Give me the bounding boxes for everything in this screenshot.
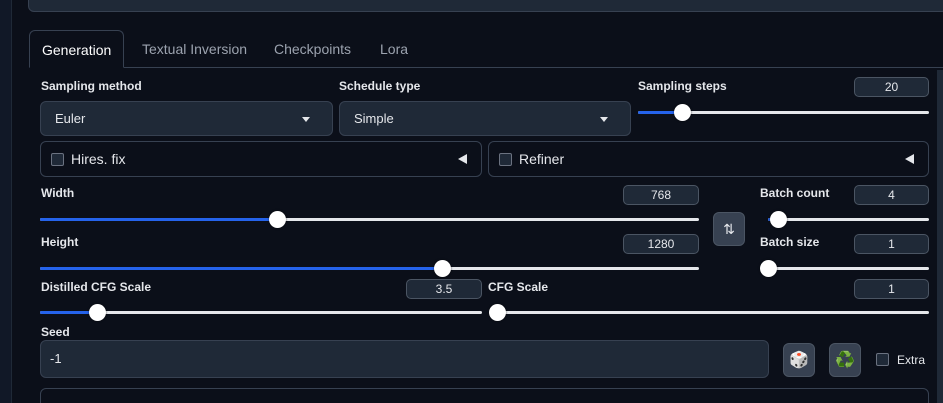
batch-size-label: Batch size [760, 235, 820, 249]
swap-vertical-icon: ⇅ [723, 220, 735, 237]
cfg-scale-label: CFG Scale [488, 280, 549, 294]
tab-checkpoints[interactable]: Checkpoints [262, 30, 363, 68]
batch-count-label: Batch count [760, 186, 830, 200]
swap-dimensions-button[interactable]: ⇅ [713, 212, 745, 246]
slider-thumb[interactable] [89, 304, 106, 321]
hires-fix-label: Hires. fix [71, 151, 126, 167]
slider-thumb[interactable] [674, 104, 691, 121]
bottom-accordion[interactable] [40, 388, 929, 403]
schedule-type-value: Simple [354, 111, 394, 126]
collapse-arrow-icon[interactable] [905, 154, 914, 164]
sampling-method-value: Euler [55, 111, 86, 126]
batch-count-input[interactable]: 4 [854, 185, 929, 205]
schedule-type-dropdown[interactable]: Simple [339, 101, 631, 136]
scrollbar[interactable] [937, 70, 943, 403]
chevron-down-icon [600, 117, 608, 122]
batch-count-slider[interactable] [768, 211, 929, 228]
batch-size-input[interactable]: 1 [854, 234, 929, 254]
schedule-type-label: Schedule type [339, 79, 421, 93]
distilled-cfg-slider[interactable] [40, 304, 482, 321]
height-label: Height [41, 235, 79, 249]
slider-thumb[interactable] [269, 211, 286, 228]
prompt-panel [28, 0, 943, 12]
height-slider[interactable] [40, 260, 699, 277]
seed-label: Seed [41, 325, 70, 339]
chevron-down-icon [302, 117, 310, 122]
tab-textual-inversion[interactable]: Textual Inversion [130, 30, 259, 68]
tab-generation[interactable]: Generation [29, 30, 125, 68]
sampling-method-dropdown[interactable]: Euler [40, 101, 333, 136]
slider-thumb[interactable] [770, 211, 787, 228]
slider-thumb[interactable] [434, 260, 451, 277]
slider-thumb[interactable] [760, 260, 777, 277]
extra-checkbox[interactable] [876, 353, 889, 366]
sampling-steps-label: Sampling steps [638, 79, 727, 93]
width-slider[interactable] [40, 211, 699, 228]
distilled-cfg-input[interactable]: 3.5 [406, 279, 482, 299]
tab-lora[interactable]: Lora [368, 30, 420, 68]
sampling-steps-slider[interactable] [638, 104, 929, 121]
height-input[interactable]: 1280 [623, 234, 699, 254]
refiner-label: Refiner [519, 151, 565, 167]
cfg-scale-input[interactable]: 1 [854, 279, 929, 299]
recycle-icon: ♻️ [835, 352, 855, 369]
hires-fix-accordion[interactable]: Hires. fix [40, 141, 482, 177]
width-input[interactable]: 768 [623, 185, 699, 205]
extra-label: Extra [897, 353, 926, 367]
width-label: Width [41, 186, 75, 200]
distilled-cfg-label: Distilled CFG Scale [41, 280, 152, 294]
batch-size-slider[interactable] [760, 260, 929, 277]
reuse-seed-button[interactable]: ♻️ [829, 343, 861, 377]
seed-input[interactable]: -1 [40, 340, 769, 378]
sampling-steps-input[interactable]: 20 [854, 77, 929, 97]
dice-icon: 🎲 [789, 352, 809, 369]
refiner-checkbox[interactable] [499, 153, 512, 166]
slider-thumb[interactable] [489, 304, 506, 321]
sampling-method-label: Sampling method [41, 79, 142, 93]
refiner-accordion[interactable]: Refiner [488, 141, 929, 177]
random-seed-button[interactable]: 🎲 [783, 343, 815, 377]
hires-fix-checkbox[interactable] [51, 153, 64, 166]
collapse-arrow-icon[interactable] [458, 154, 467, 164]
left-edge-panel [0, 0, 12, 403]
cfg-scale-slider[interactable] [489, 304, 929, 321]
